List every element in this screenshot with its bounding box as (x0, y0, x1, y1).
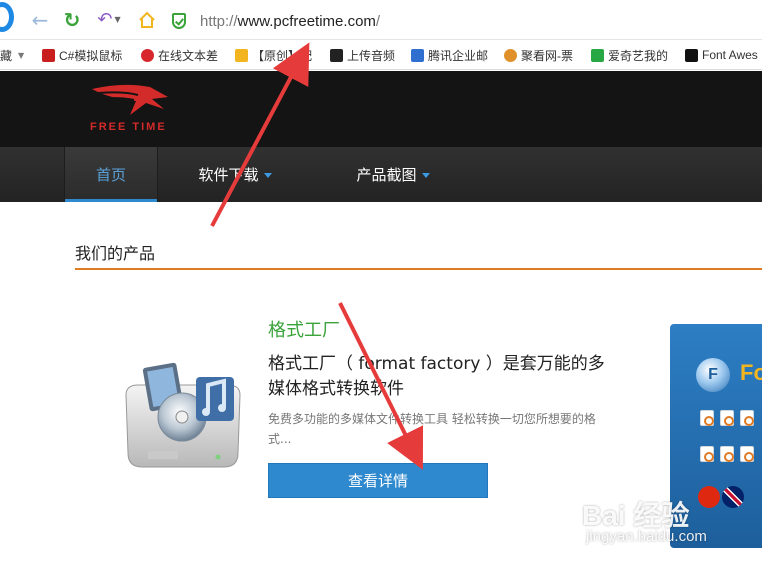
product-description: 格式工厂（ format factory ）是套万能的多媒体格式转换软件 (268, 354, 605, 399)
bookmark-label: 藏 (0, 48, 13, 63)
home-icon (139, 11, 155, 28)
bookmark-label: 上传音频 (347, 48, 396, 63)
browser-toolbar: ← ↻ ↶ ▼ http://www.pcfreetime.com/ (0, 0, 762, 40)
nav-product-screenshots[interactable]: 产品截图 (338, 147, 448, 202)
file-format-icon (740, 446, 754, 462)
caret-down-icon (421, 173, 430, 178)
free-time-logo-icon[interactable] (90, 81, 170, 119)
watermark-sub: jingyan.baidu.com (586, 528, 707, 545)
nav-label: 产品截图 (356, 166, 417, 184)
reload-button[interactable]: ↻ (60, 8, 84, 32)
bookmark-label: C#模拟鼠标 (59, 48, 123, 63)
nav-home[interactable]: 首页 (64, 147, 158, 202)
flag-icon (685, 48, 698, 62)
nav-software-download[interactable]: 软件下载 (180, 147, 290, 202)
product-subtext: 免费多功能的多媒体文件转换工具 轻松转换一切您所想要的格式... (268, 412, 596, 446)
q-icon (141, 48, 154, 62)
browser-logo-icon (0, 2, 14, 32)
secure-shield-icon (172, 13, 186, 29)
back-button[interactable]: ← (28, 8, 52, 32)
home-button[interactable] (136, 8, 158, 32)
view-details-button[interactable]: 查看详情 (268, 463, 488, 498)
chevron-down-icon: ▼ (18, 50, 25, 60)
url-text[interactable]: http://www.pcfreetime.com/ (200, 13, 380, 30)
undo-icon: ↶ (97, 9, 113, 30)
chevron-down-icon: ▼ (114, 15, 121, 24)
reload-icon: ↻ (63, 8, 81, 32)
bookmark-item[interactable]: 上传音频 (330, 47, 395, 63)
file-format-icon (700, 410, 714, 426)
bookmark-item[interactable]: 在线文本差 (141, 47, 218, 63)
format-factory-logo-icon: F (696, 358, 730, 392)
iqiyi-icon (591, 48, 604, 62)
csdn-icon (42, 48, 55, 62)
main-nav: 首页 软件下载 产品截图 (0, 147, 762, 202)
url-domain: www.pcfreetime.com (237, 12, 376, 30)
bookmarks-bar: 藏 ▼ C#模拟鼠标 在线文本差 【原创】配 上传音频 腾讯企业邮 聚看网-票 … (0, 41, 762, 70)
nav-label: 软件下载 (198, 166, 259, 184)
bookmark-label: 腾讯企业邮 (428, 48, 489, 63)
undo-button[interactable]: ↶ ▼ (92, 8, 126, 32)
c-icon (330, 48, 343, 62)
bookmark-label: 在线文本差 (158, 48, 219, 63)
baidu-jingyan-watermark: Bai 经验 jingyan.baidu.com (582, 494, 732, 550)
banner-brand-text: Fo (740, 360, 762, 385)
bookmark-label: 【原创】配 (252, 48, 313, 63)
product-name[interactable]: 格式工厂 (268, 316, 340, 342)
url-path: / (375, 12, 381, 30)
file-format-icon (700, 446, 714, 462)
file-format-icon (720, 410, 734, 426)
mail-icon (411, 48, 424, 62)
bookmark-item[interactable]: C#模拟鼠标 (42, 47, 122, 63)
logo-text[interactable]: FREE TIME (90, 121, 167, 133)
bookmark-item[interactable]: 【原创】配 (235, 47, 312, 63)
url-scheme: http:// (200, 12, 238, 30)
address-bar[interactable]: http://www.pcfreetime.com/ (172, 8, 762, 34)
bookmark-item[interactable]: 腾讯企业邮 (411, 47, 488, 63)
bookmark-item[interactable]: 爱奇艺我的 (591, 47, 668, 63)
bookmark-label: Font Awes (702, 48, 758, 62)
arrow-left-icon: ← (31, 8, 49, 32)
bookmark-item[interactable]: Font Awes (685, 47, 758, 63)
format-factory-product-icon[interactable] (118, 355, 248, 475)
nav-label: 首页 (95, 166, 126, 184)
file-format-icon (740, 410, 754, 426)
ticket-icon (504, 48, 517, 62)
section-title: 我们的产品 (75, 244, 156, 263)
site-header: FREE TIME (0, 71, 762, 147)
b-icon (235, 48, 248, 62)
caret-down-icon (263, 173, 272, 178)
file-format-icon (720, 446, 734, 462)
bookmark-label: 爱奇艺我的 (608, 48, 669, 63)
section-divider (75, 268, 762, 270)
bookmark-favorites[interactable]: 藏 ▼ (0, 47, 24, 63)
bookmark-item[interactable]: 聚看网-票 (504, 47, 573, 63)
bookmark-label: 聚看网-票 (521, 48, 573, 63)
